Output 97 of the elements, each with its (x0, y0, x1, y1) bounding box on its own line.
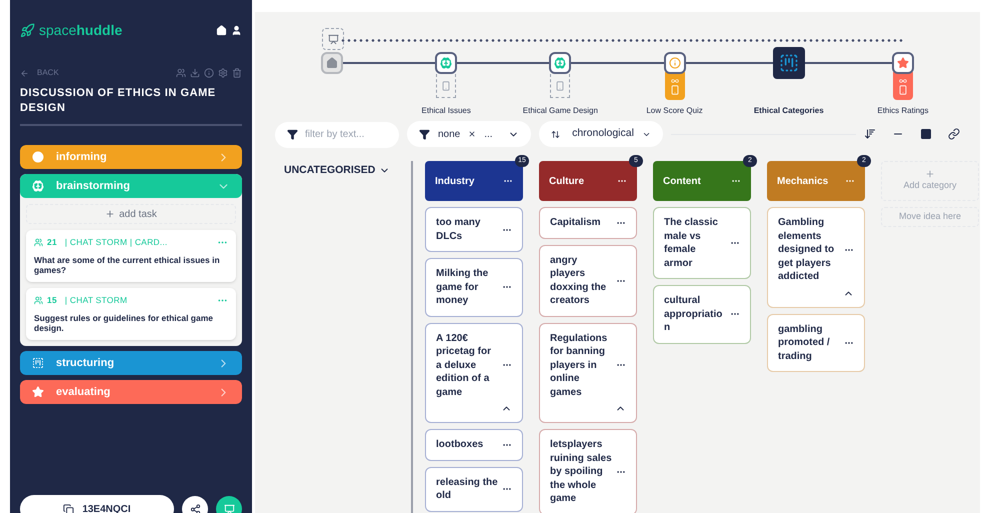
idea-card[interactable]: The classic male vs female armor (653, 207, 751, 279)
user-icon[interactable] (231, 25, 242, 36)
timeline-node[interactable] (664, 52, 686, 74)
idea-text: Regulations for banning players in online games (550, 332, 608, 399)
idea-card[interactable]: Gambling elements designed to get players addicted (767, 207, 865, 308)
plus-icon (105, 209, 116, 219)
timeline-label: Ethical Game Design (522, 105, 598, 117)
participants-icon[interactable] (176, 68, 186, 78)
home-icon[interactable] (216, 25, 227, 36)
idea-text: Gambling elements designed to get players addicted (778, 216, 836, 284)
info-icon[interactable] (204, 68, 214, 78)
task-card[interactable]: 21 | CHAT STORM | CARD... What are some of the current ethical issues in games? (26, 230, 236, 282)
idea-text: A 120€ pricetag for a deluxe edition of a game (436, 332, 492, 399)
idea-card[interactable]: Milking the game for money (425, 258, 523, 316)
phone-icon (441, 80, 452, 90)
participants-icon (34, 296, 43, 305)
timeline-label: Ethical Categories (754, 105, 824, 117)
idea-card[interactable]: releasing the old (425, 466, 523, 512)
phone-icon (898, 85, 908, 95)
brain-icon (554, 57, 566, 69)
task-type: | CHAT STORM (64, 294, 128, 307)
infinity-icon (898, 77, 907, 85)
idea-text: cultural appropriatio n (664, 294, 724, 334)
module-tab[interactable] (892, 72, 913, 100)
task-question: What are some of the current ethical issues in games? (34, 254, 221, 276)
presentation-icon[interactable] (328, 34, 338, 44)
timeline-label: Ethical Issues (422, 105, 471, 117)
settings-icon[interactable] (218, 68, 228, 78)
home-icon (326, 57, 338, 69)
link-icon[interactable] (948, 128, 960, 140)
info-icon (668, 57, 681, 69)
board-icon (778, 53, 799, 73)
text-filter-field[interactable]: filter by text... (275, 122, 399, 148)
phase-icon (32, 151, 44, 163)
clear-icon (468, 130, 476, 138)
download-icon[interactable] (190, 68, 200, 78)
idea-card[interactable]: lootboxes (425, 429, 523, 460)
idea-card[interactable]: too many DLCs (425, 207, 523, 252)
idea-text: too many DLCs (436, 216, 482, 243)
idea-card[interactable]: Capitalism (539, 207, 637, 238)
category-header[interactable]: Culture (539, 161, 637, 201)
task-type: | CHAT STORM | CARD... (64, 236, 168, 249)
phone-icon (555, 80, 566, 90)
participant-count: 21 (47, 236, 57, 249)
category-filter-dropdown[interactable]: none ... (407, 121, 531, 147)
idea-text: Capitalism (550, 216, 602, 230)
participants-icon (34, 238, 43, 247)
session-title: DISCUSSION OF ETHICS IN GAME DESIGN (20, 86, 242, 126)
idea-text: letsplayers ruining sales by spoiling the whole game (550, 438, 612, 506)
brain-icon (440, 57, 452, 69)
timeline-node[interactable] (772, 47, 805, 79)
share-icon (190, 504, 200, 513)
timeline-node[interactable] (321, 52, 343, 74)
category-header[interactable]: Content (653, 161, 751, 201)
idea-text: releasing the old (436, 476, 498, 502)
timeline-node[interactable] (892, 52, 914, 74)
idea-text: gambling promoted / trading (778, 322, 831, 363)
star-icon (896, 57, 909, 69)
idea-text: The classic male vs female armor (664, 216, 719, 270)
logo-icon (20, 23, 35, 38)
task-card[interactable]: 15 | CHAT STORM Suggest rules or guidelines for ethical game design. (26, 288, 236, 340)
infinity-icon (670, 77, 679, 85)
participant-count: 15 (47, 294, 57, 307)
presentation-icon (224, 504, 234, 513)
phase-icon (32, 386, 44, 398)
phone-icon (670, 85, 680, 95)
panel-icon[interactable] (920, 128, 932, 140)
uncategorised-toggle[interactable]: UNCATEGORISED (284, 163, 390, 179)
idea-text: angry players doxxing the creators (550, 254, 608, 308)
timeline-node[interactable] (435, 52, 458, 74)
logo-text: spacehuddle (39, 21, 124, 40)
phase-icon (32, 180, 44, 192)
timeline-node[interactable] (549, 52, 572, 74)
task-question: Suggest rules or guidelines for ethical game design. (34, 312, 214, 334)
phase-icon (32, 357, 44, 369)
filter-icon (419, 128, 430, 140)
idea-text: Milking the game for money (436, 267, 490, 308)
copy-icon (63, 504, 74, 513)
idea-card[interactable]: angry players doxxing the creators (539, 244, 637, 316)
idea-text: lootboxes (436, 438, 484, 452)
idea-card[interactable]: gambling promoted / trading (767, 314, 865, 372)
idea-card[interactable]: A 120€ pricetag for a deluxe edition of a game (425, 322, 523, 423)
plus-icon (925, 169, 935, 180)
idea-card[interactable]: letsplayers ruining sales by spoiling the whole game (539, 429, 637, 513)
category-header[interactable]: Industry (425, 161, 523, 201)
module-tab[interactable] (664, 72, 685, 100)
idea-card[interactable]: cultural appropriatio n (653, 285, 751, 344)
idea-card[interactable]: Regulations for banning players in online games (539, 322, 637, 423)
order-dropdown[interactable]: chronological (539, 121, 663, 147)
sort-descending-icon[interactable] (864, 128, 876, 140)
add-task-button[interactable]: add task (26, 204, 236, 224)
back-arrow-icon[interactable] (20, 68, 29, 78)
timeline-label: Low Score Quiz (646, 105, 703, 117)
filter-icon (287, 128, 298, 140)
sort-icon (551, 128, 560, 140)
trash-icon[interactable] (232, 68, 242, 78)
timeline-label: Ethics Ratings (877, 105, 929, 117)
